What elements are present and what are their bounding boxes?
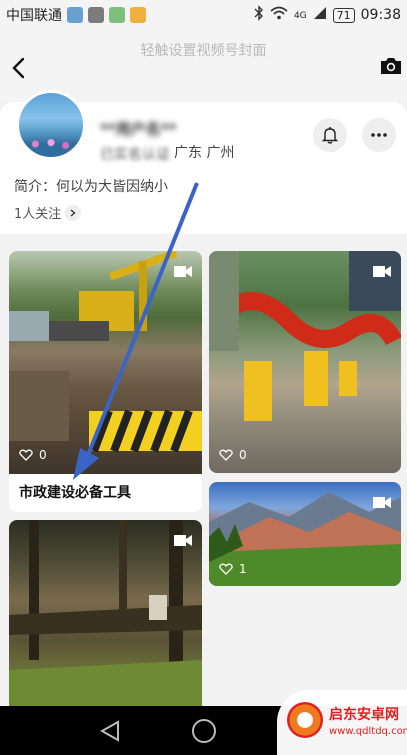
post-card[interactable]: 0 — [209, 251, 401, 473]
back-arrow-icon — [12, 57, 25, 79]
watermark-url: www.qdltdq.com — [329, 726, 407, 737]
video-icon — [373, 263, 391, 277]
signal-icon — [313, 6, 327, 24]
following-count: 1人关注 — [14, 207, 62, 222]
chevron-right-icon — [65, 204, 82, 221]
status-bar: 中国联通 4G 71 09:38 — [0, 0, 407, 30]
heart-icon — [19, 449, 33, 461]
camera-button[interactable] — [379, 56, 403, 78]
like-count: 1 — [239, 562, 247, 576]
like-count: 0 — [39, 448, 47, 462]
more-options-button[interactable] — [362, 118, 396, 152]
watermark-title: 启东安卓网 — [329, 707, 399, 723]
post-card[interactable]: 0 市政建设必备工具 — [9, 251, 202, 512]
nav-home-button[interactable] — [192, 719, 216, 743]
site-watermark: 启东安卓网 www.qdltdq.com — [277, 690, 407, 755]
video-icon — [174, 263, 192, 277]
verification-info: 已实名认证 — [100, 147, 170, 163]
following-link[interactable]: 1人关注 — [14, 203, 82, 222]
notification-button[interactable] — [313, 118, 347, 152]
notification-icon — [109, 7, 125, 23]
heart-icon — [219, 563, 233, 575]
post-thumbnail — [9, 251, 202, 474]
wifi-icon — [270, 6, 288, 24]
back-button[interactable] — [6, 54, 30, 82]
nav-back-button[interactable] — [99, 720, 120, 746]
likes: 1 — [219, 562, 247, 576]
username: **用户名** — [100, 120, 177, 138]
network-type: 4G — [293, 11, 307, 21]
posts-grid: 0 市政建设必备工具 0 1 — [0, 234, 407, 706]
post-card[interactable]: 1 — [209, 482, 401, 586]
heart-icon — [219, 449, 233, 461]
bell-icon — [322, 127, 338, 144]
post-caption: 市政建设必备工具 — [19, 485, 131, 501]
camera-icon — [381, 58, 401, 74]
battery-level: 71 — [332, 7, 355, 23]
carrier-label: 中国联通 — [6, 8, 62, 24]
location: 广东 广州 — [174, 145, 235, 161]
like-count: 0 — [239, 448, 247, 462]
clock: 09:38 — [360, 7, 401, 23]
notification-icon — [67, 7, 83, 23]
notification-icon — [88, 7, 104, 23]
profile-bio: 简介：何以为大皆因纳小 — [14, 179, 168, 195]
profile-card: **用户名** 已实名认证 广东 广州 简介：何以为大皆因纳小 1人关注 — [0, 90, 407, 234]
video-icon — [373, 494, 391, 508]
likes: 0 — [19, 448, 47, 462]
avatar[interactable] — [16, 90, 86, 160]
video-icon — [174, 532, 192, 546]
more-icon — [371, 133, 387, 137]
post-thumbnail — [209, 251, 401, 473]
post-thumbnail — [9, 520, 202, 706]
triangle-back-icon — [99, 720, 119, 742]
notification-icon — [130, 7, 146, 23]
set-cover-hint[interactable]: 轻触设置视频号封面 — [0, 40, 407, 60]
bluetooth-icon — [254, 5, 264, 25]
watermark-logo-icon — [287, 702, 323, 738]
post-card[interactable] — [9, 520, 202, 706]
likes: 0 — [219, 448, 247, 462]
